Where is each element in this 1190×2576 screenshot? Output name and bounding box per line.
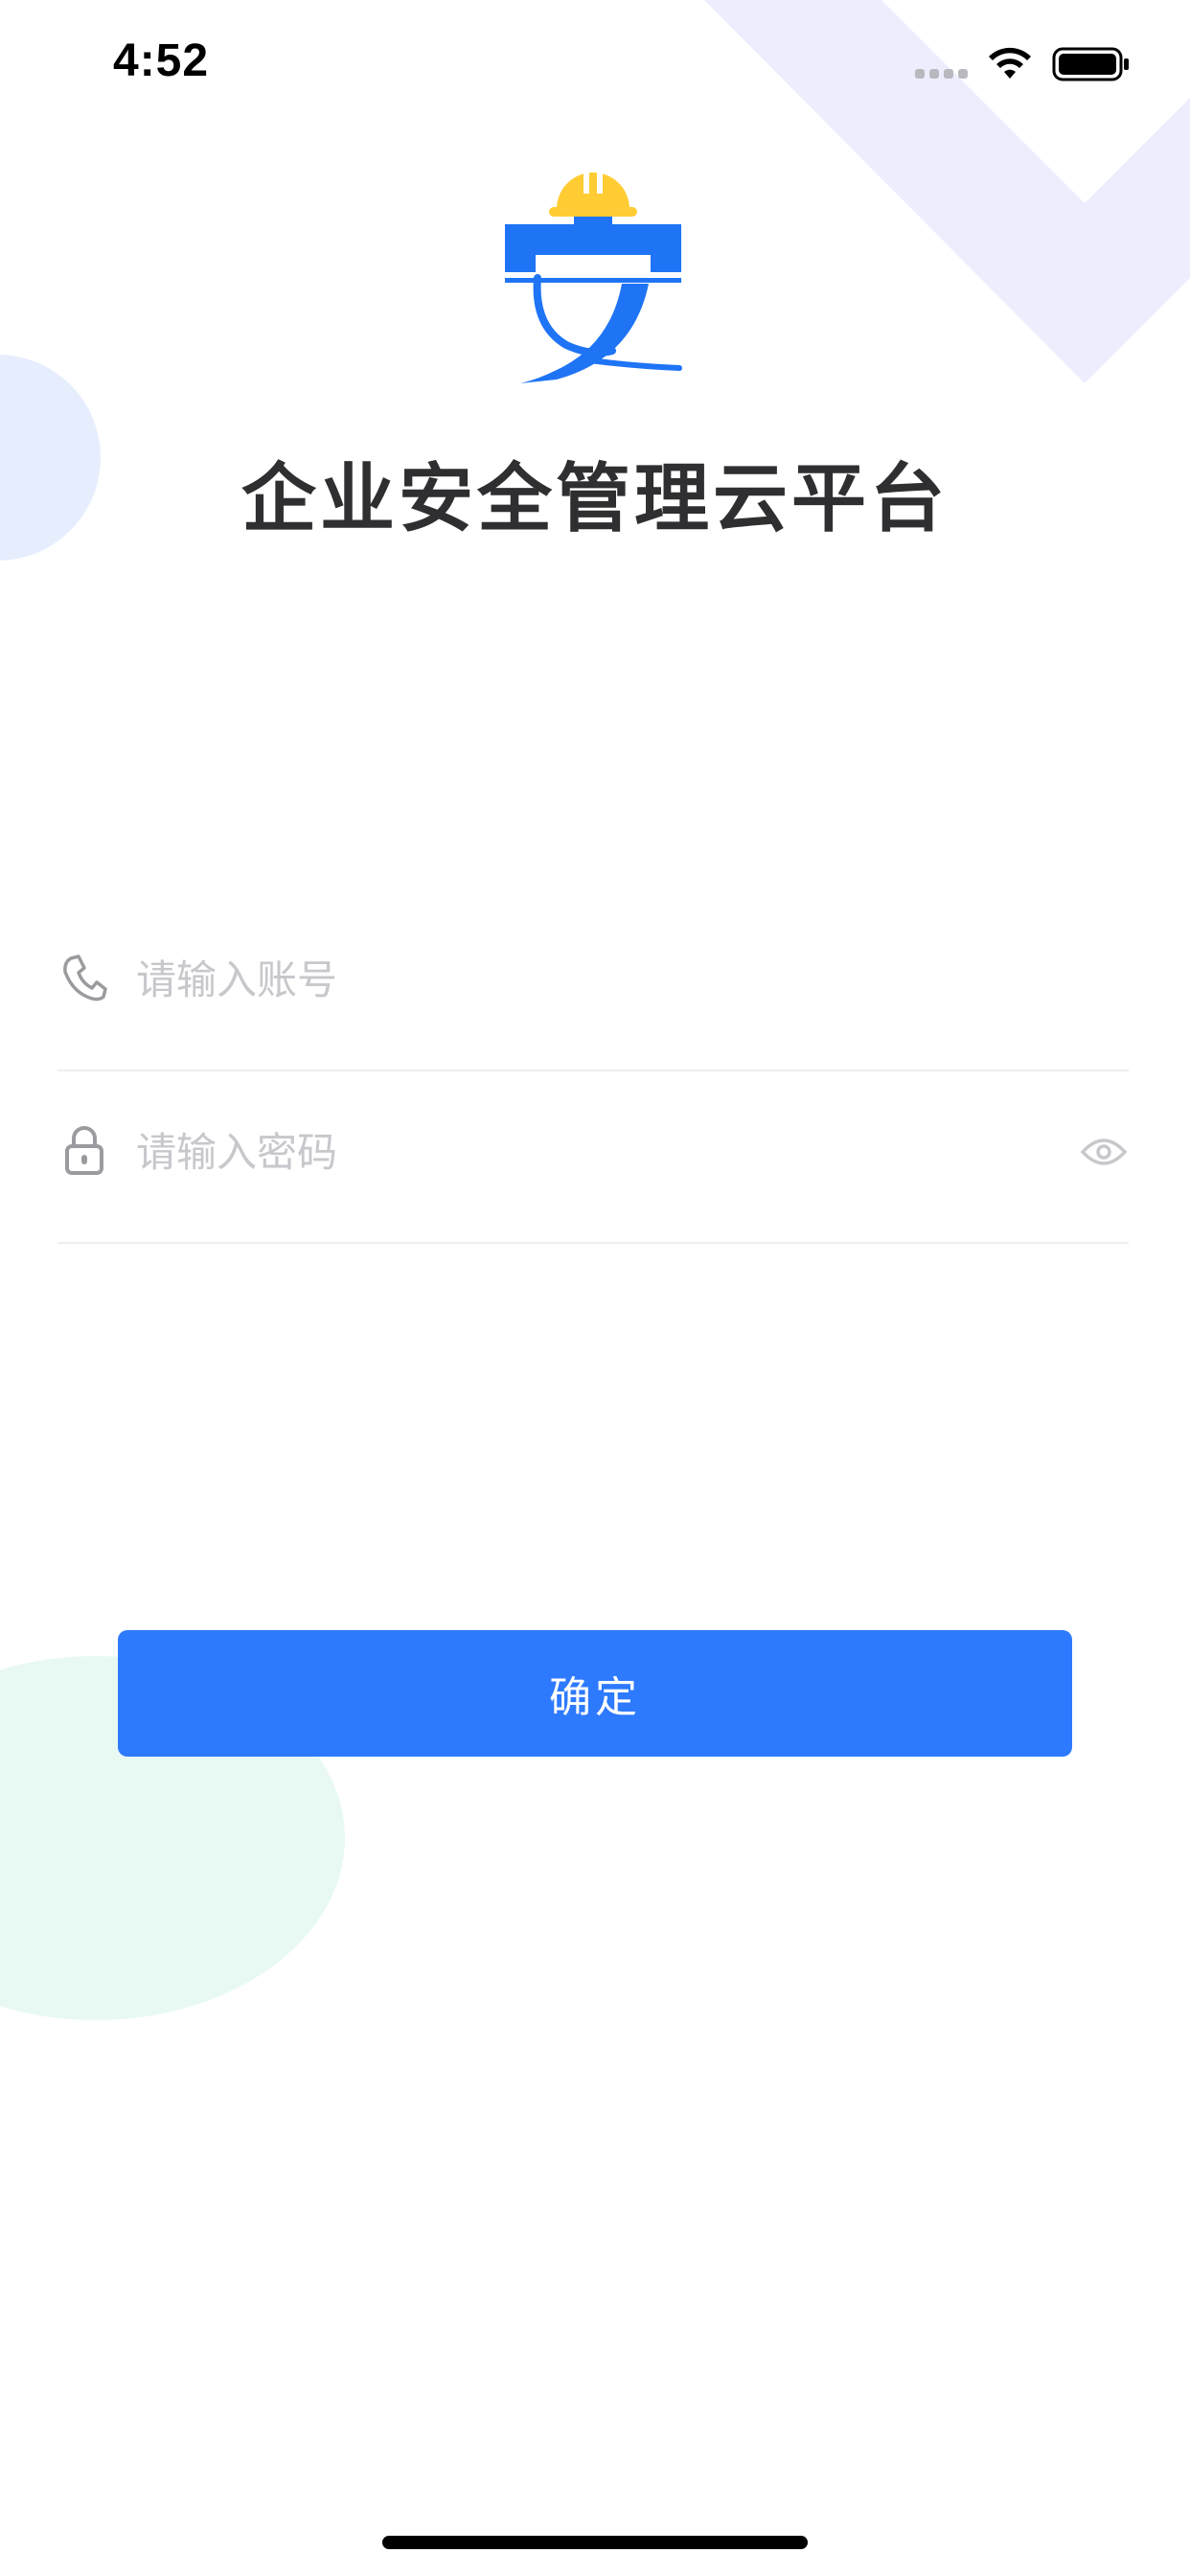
- signal-dots-icon: [915, 69, 968, 79]
- safety-helmet-logo-icon: [505, 171, 682, 383]
- account-input[interactable]: [136, 945, 998, 1014]
- confirm-button[interactable]: 确定: [118, 1630, 1072, 1757]
- battery-icon: [1052, 47, 1129, 81]
- app-title: 企业安全管理云平台: [240, 456, 949, 542]
- wifi-icon: [989, 47, 1031, 79]
- lock-icon: [65, 1126, 103, 1175]
- account-field: [57, 897, 1129, 1071]
- status-time: 4:52: [113, 35, 210, 86]
- home-indicator[interactable]: [382, 2536, 808, 2549]
- eye-icon[interactable]: [1081, 1135, 1127, 1169]
- login-screen: 4:52 企业安全管理云平台 请输入账号 确定: [0, 0, 1190, 2576]
- status-bar: 4:52: [0, 0, 1190, 126]
- password-field: [57, 1070, 1129, 1244]
- password-input[interactable]: [136, 1117, 998, 1186]
- phone-icon: [63, 954, 107, 1001]
